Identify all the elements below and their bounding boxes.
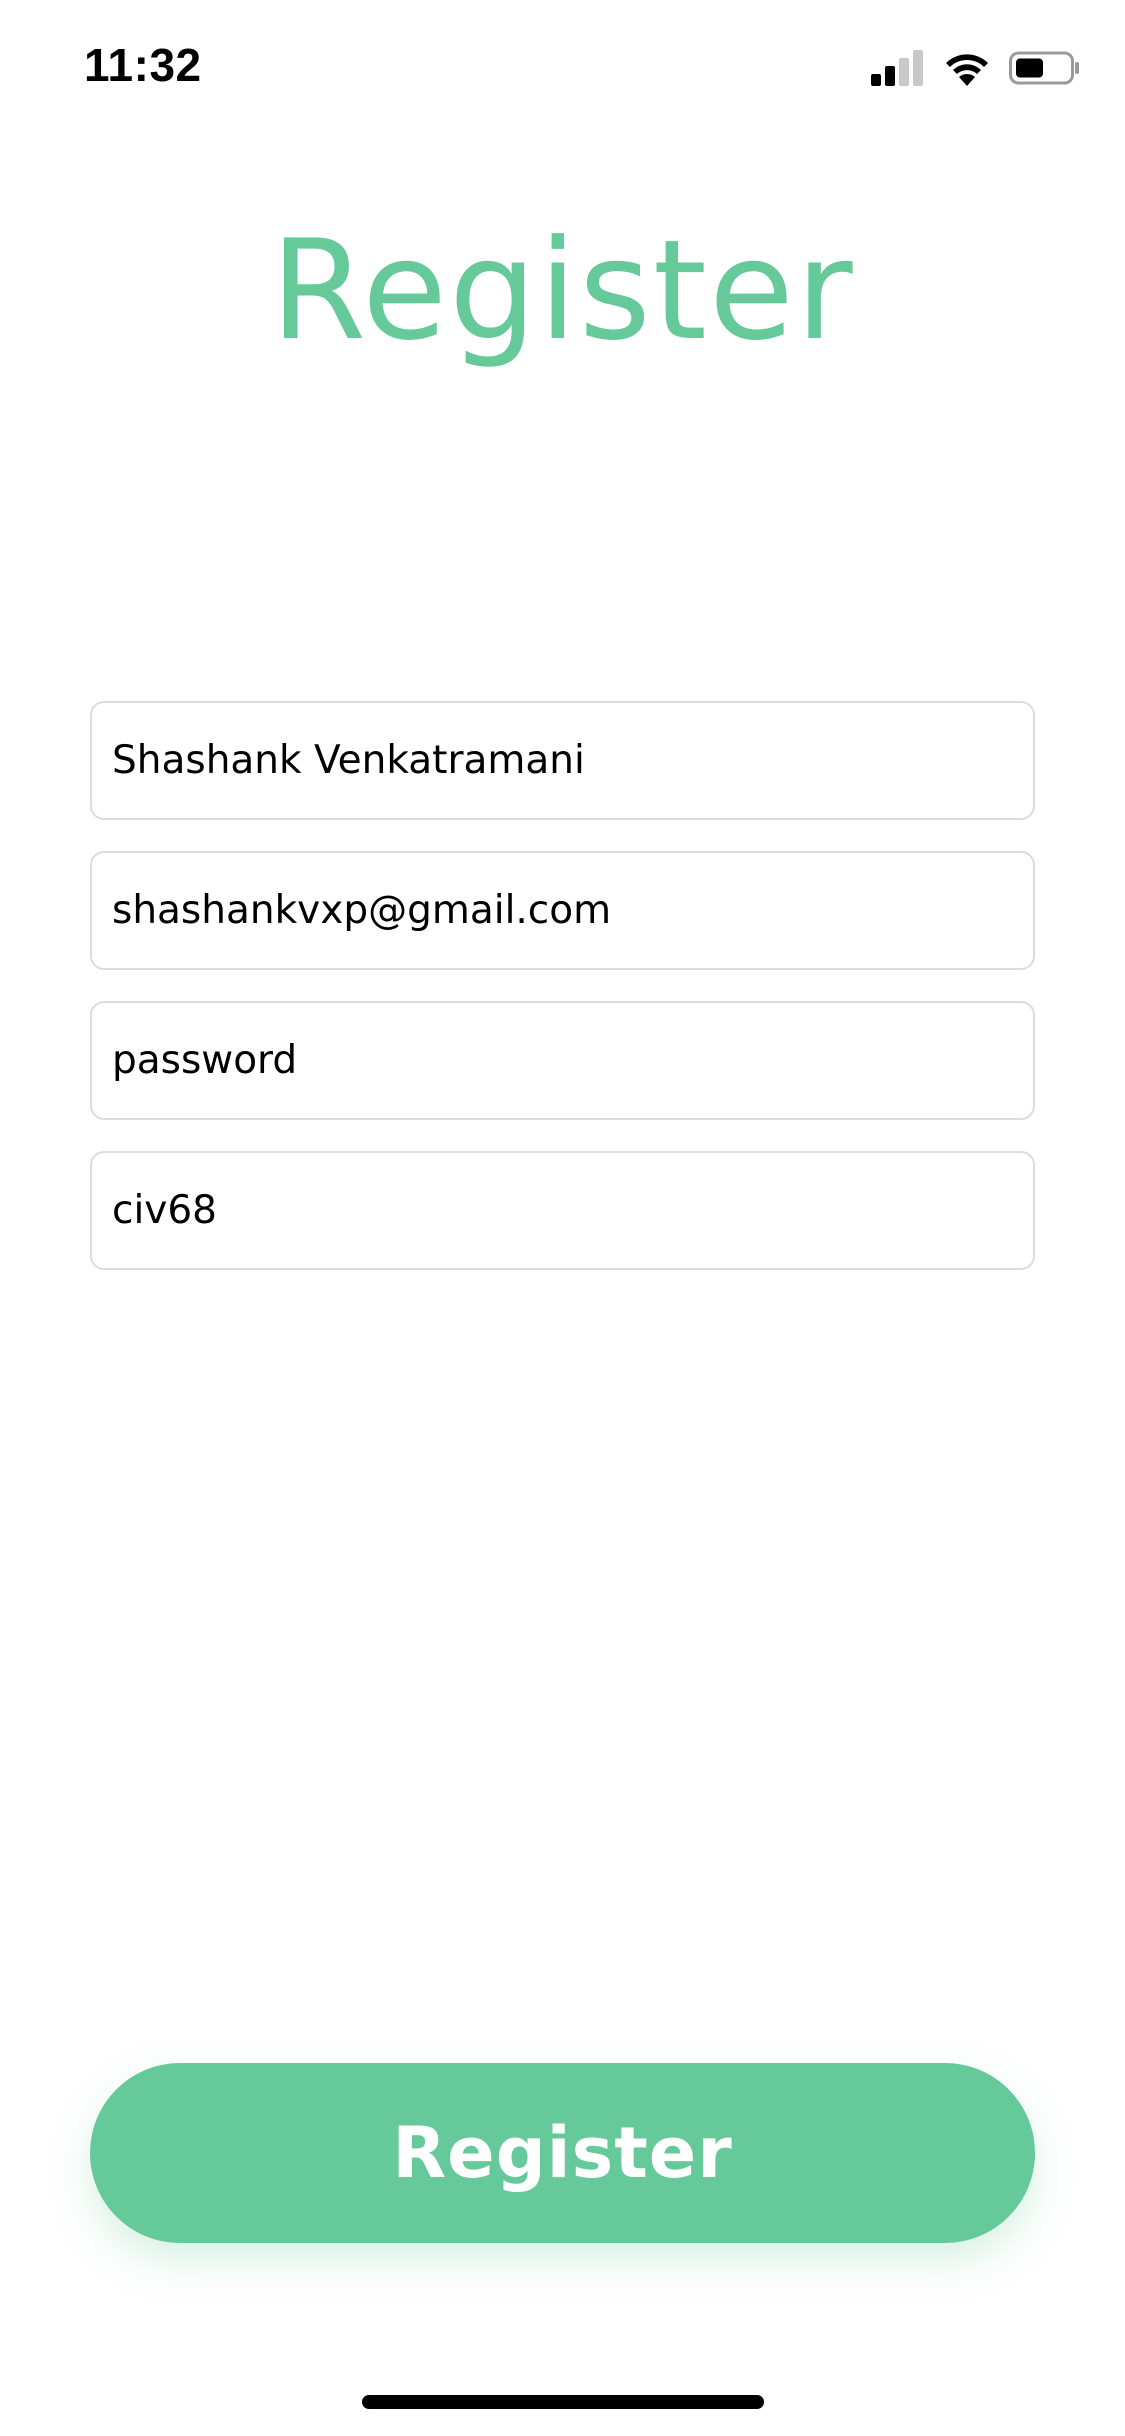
register-button[interactable]: Register: [90, 2063, 1035, 2243]
signal-icon: [871, 50, 923, 86]
status-bar: 11:32: [0, 0, 1125, 140]
register-form: [90, 701, 1035, 1301]
name-field[interactable]: [90, 701, 1035, 820]
status-time: 11:32: [84, 39, 202, 91]
status-icons: [871, 48, 1081, 88]
battery-icon: [1009, 51, 1079, 85]
home-indicator[interactable]: [362, 2395, 764, 2409]
page-title: Register: [270, 210, 855, 371]
email-field[interactable]: [90, 851, 1035, 970]
wifi-icon: [946, 54, 988, 86]
code-field[interactable]: [90, 1151, 1035, 1270]
password-field[interactable]: [90, 1001, 1035, 1120]
